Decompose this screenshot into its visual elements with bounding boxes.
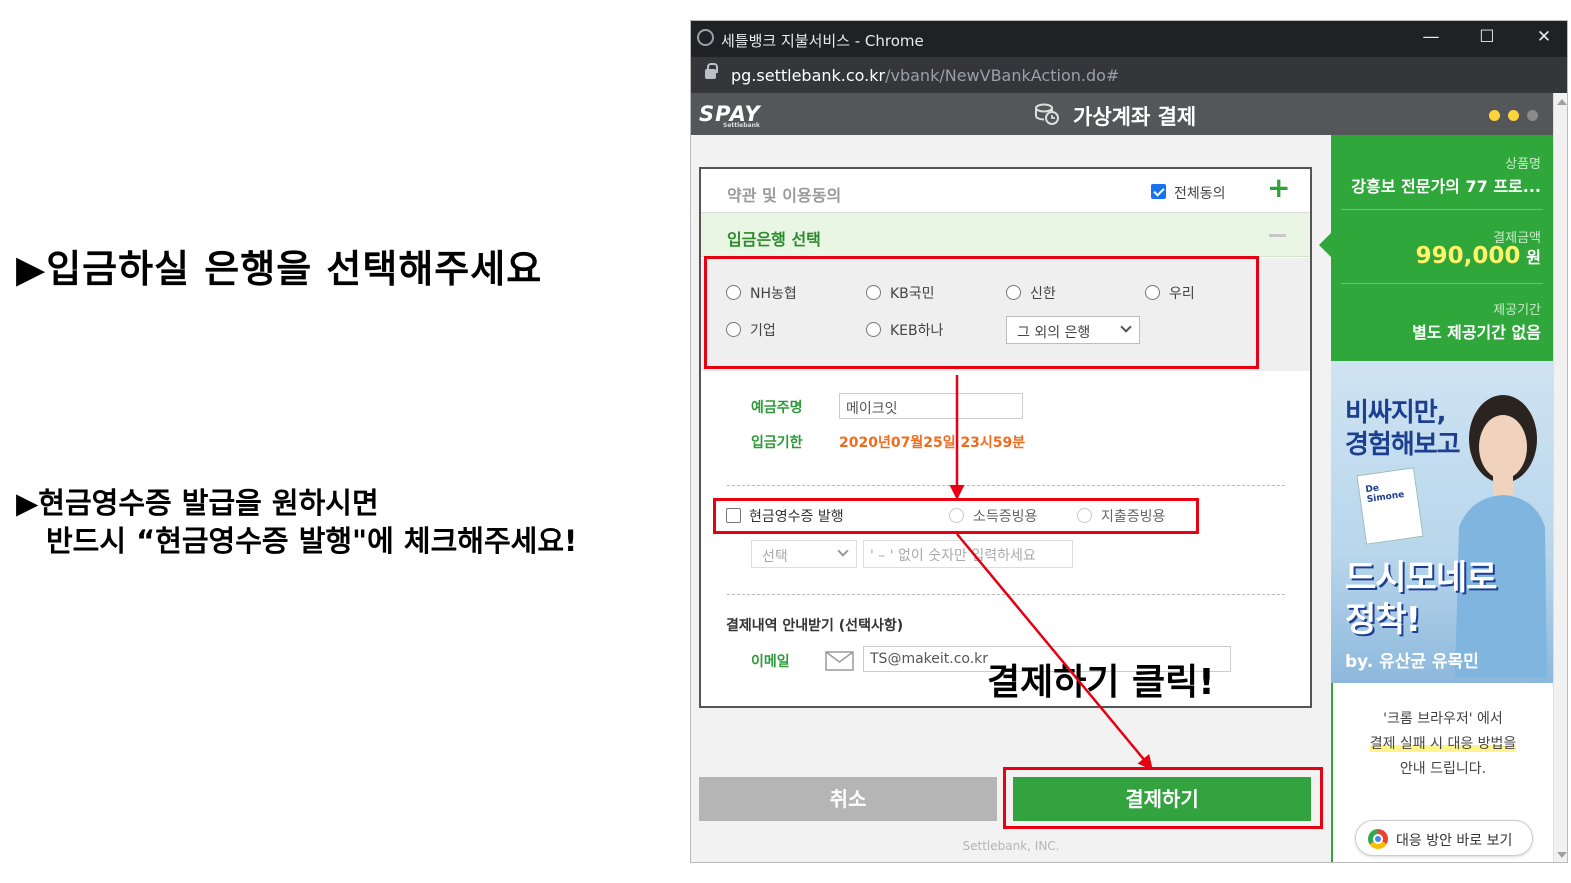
advertisement-banner[interactable]: De Simone 비싸지만, 경험해보고 드시모네로 정착! by. 유산균 유목… — [1331, 361, 1553, 683]
panel-divider — [1341, 209, 1543, 210]
deadline-label: 입금기한 — [751, 435, 803, 451]
instruction-select-bank: ▶입금하실 은행을 선택해주세요 — [16, 247, 543, 291]
order-info: 상품명 강흥보 전문가의 77 프로... 결제금액 990,000 원 제공기… — [1319, 135, 1553, 361]
scroll-up-icon[interactable] — [1557, 99, 1567, 105]
view-solution-label: 대응 방안 바로 보기 — [1396, 833, 1513, 849]
maximize-button[interactable]: ☐ — [1472, 27, 1502, 47]
url-host: pg.settlebank.co.kr — [731, 66, 886, 85]
order-summary-panel: 상품명 강흥보 전문가의 77 프로... 결제금액 990,000 원 제공기… — [1319, 135, 1553, 862]
product-box-image: De Simone — [1356, 467, 1424, 545]
ad-headline-line2: 경험해보고 — [1345, 430, 1461, 460]
page-title: 가상계좌 결제 — [1073, 105, 1197, 129]
envelope-icon — [825, 651, 854, 671]
holder-field[interactable]: 메이크잇 — [839, 393, 1023, 419]
highlight-bank-options — [704, 256, 1259, 369]
divider — [727, 594, 1285, 595]
scrollbar[interactable] — [1553, 93, 1567, 862]
coin-clock-icon — [1035, 103, 1059, 125]
ad-headline: 비싸지만, 경험해보고 — [1345, 397, 1461, 461]
deadline-value: 2020년07월25일 23시59분 — [839, 435, 1026, 451]
cancel-button[interactable]: 취소 — [699, 777, 997, 821]
globe-icon — [697, 29, 714, 46]
amount-value-wrap: 990,000 원 — [1416, 243, 1541, 269]
help-text: '크롬 브라우저' 에서 결제 실패 시 대응 방법을 안내 드립니다. — [1333, 707, 1553, 782]
amount-value: 990,000 — [1415, 243, 1521, 269]
panel-divider — [1341, 283, 1543, 284]
highlight-pay-button — [1003, 767, 1323, 829]
url-path: /vbank/NewVBankAction.do# — [885, 66, 1120, 85]
help-line1: '크롬 브라우저' 에서 — [1383, 711, 1503, 727]
view-solution-button[interactable]: 대응 방안 바로 보기 — [1355, 820, 1533, 856]
url-text: pg.settlebank.co.kr/vbank/NewVBankAction… — [731, 66, 1119, 85]
notify-label: 결제내역 안내받기 (선택사항) — [726, 618, 904, 634]
help-line3: 안내 드립니다. — [1399, 761, 1487, 777]
receipt-type-select-value: 선택 — [762, 549, 788, 565]
receipt-type-select[interactable]: 선택 — [751, 540, 857, 568]
period-value: 별도 제공기간 없음 — [1412, 323, 1541, 342]
help-line2-text: 결제 실패 시 대응 방법을 — [1369, 736, 1517, 752]
bank-section-header[interactable]: 입금은행 선택 — [701, 213, 1310, 257]
agree-all-label: 전체동의 — [1174, 186, 1226, 202]
ad-slogan-line1: 드시모네로 — [1345, 558, 1497, 598]
expand-terms-icon[interactable]: + — [1267, 171, 1290, 204]
click-pay-hint: 결제하기 클릭! — [987, 662, 1215, 703]
page-header: SPAY Settlebank 가상계좌 결제 — [691, 93, 1553, 135]
terms-section-header[interactable]: 약관 및 이용동의 전체동의 + — [701, 169, 1310, 213]
payment-form: 약관 및 이용동의 전체동의 + 입금은행 선택 NH농협 KB국민 신한 우리… — [699, 167, 1312, 708]
close-button[interactable]: ✕ — [1529, 27, 1559, 47]
instruction-cash-receipt: ▶현금영수증 발급을 원하시면 반드시 “현금영수증 발행"에 체크해주세요! — [16, 484, 577, 560]
payment-page: SPAY Settlebank 가상계좌 결제 약관 및 이용동의 전체동의 + … — [691, 93, 1553, 862]
divider — [727, 485, 1285, 486]
spay-logo: SPAY Settlebank — [699, 102, 761, 129]
collapse-bank-icon[interactable] — [1269, 234, 1286, 237]
ad-slogan-line2: 정착! — [1345, 600, 1421, 640]
product-box-label: De Simone — [1364, 483, 1405, 506]
logo-subtext: Settlebank — [723, 122, 760, 129]
ad-headline-line1: 비싸지만, — [1345, 398, 1447, 428]
product-value: 강흥보 전문가의 77 프로... — [1351, 177, 1541, 196]
title-bar: 세틀뱅크 지불서비스 - Chrome — ☐ ✕ — [691, 21, 1567, 57]
step-dot-3 — [1527, 110, 1538, 121]
ad-byline: by. 유산균 유목민 — [1345, 652, 1479, 672]
footer-copyright: Settlebank, INC. — [962, 839, 1060, 853]
instruction-cash-receipt-line1: ▶현금영수증 발급을 원하시면 — [16, 486, 379, 520]
minimize-button[interactable]: — — [1416, 27, 1446, 47]
holder-label: 예금주명 — [751, 400, 803, 416]
address-bar[interactable]: pg.settlebank.co.kr/vbank/NewVBankAction… — [691, 57, 1567, 93]
step-dot-2 — [1508, 110, 1519, 121]
chrome-help-box: '크롬 브라우저' 에서 결제 실패 시 대응 방법을 안내 드립니다. 대응 … — [1331, 683, 1553, 862]
chrome-icon — [1368, 829, 1388, 849]
step-dot-1 — [1489, 110, 1500, 121]
panel-pointer — [1319, 233, 1331, 257]
window-title: 세틀뱅크 지불서비스 - Chrome — [721, 32, 924, 50]
chevron-down-icon — [837, 545, 849, 557]
highlight-cash-receipt — [713, 498, 1199, 534]
agree-all-checkbox[interactable] — [1151, 184, 1166, 199]
lock-icon — [705, 63, 718, 79]
email-label: 이메일 — [751, 654, 790, 670]
receipt-number-input[interactable]: ' – ' 없이 숫자만 입력하세요 — [863, 540, 1073, 568]
help-line2: 결제 실패 시 대응 방법을 — [1333, 732, 1553, 757]
scroll-down-icon[interactable] — [1557, 852, 1567, 858]
terms-label: 약관 및 이용동의 — [727, 186, 842, 205]
amount-unit: 원 — [1526, 248, 1541, 267]
instruction-cash-receipt-line2: 반드시 “현금영수증 발행"에 체크해주세요! — [46, 524, 578, 558]
product-label: 상품명 — [1505, 157, 1541, 172]
ad-slogan: 드시모네로 정착! — [1345, 557, 1497, 641]
bank-label: 입금은행 선택 — [727, 230, 821, 249]
period-label: 제공기간 — [1493, 303, 1541, 318]
chrome-popup-window: 세틀뱅크 지불서비스 - Chrome — ☐ ✕ pg.settlebank.… — [690, 20, 1568, 863]
